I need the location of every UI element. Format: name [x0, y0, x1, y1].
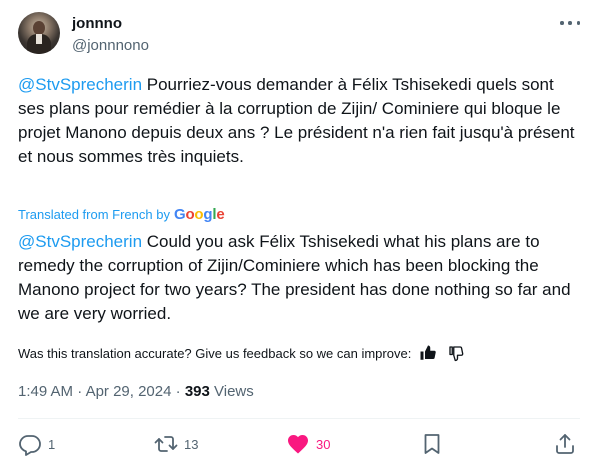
share-icon: [553, 432, 577, 456]
views-label: Views: [214, 383, 254, 400]
divider: [18, 418, 580, 419]
feedback-question: Was this translation accurate? Give us f…: [18, 345, 412, 361]
like-count: 30: [316, 436, 331, 452]
reply-button[interactable]: 1: [18, 432, 55, 456]
translation-feedback: Was this translation accurate? Give us f…: [18, 344, 465, 362]
tweet-date[interactable]: Apr 29, 2024: [86, 383, 172, 400]
repost-icon: [154, 432, 178, 456]
repost-button[interactable]: 13: [154, 432, 198, 456]
more-options-icon[interactable]: [560, 16, 580, 30]
translated-tweet-text: @StvSprecherin Could you ask Félix Tshis…: [18, 230, 578, 326]
reply-icon: [18, 432, 42, 456]
heart-icon: [286, 432, 310, 456]
original-tweet-text: @StvSprecherin Pourriez-vous demander à …: [18, 73, 578, 169]
author-handle[interactable]: @jonnnono: [72, 37, 149, 54]
mention-link[interactable]: @StvSprecherin: [18, 75, 142, 94]
reply-count: 1: [48, 436, 56, 452]
meta-separator: ·: [175, 383, 181, 400]
google-logo: Google: [173, 206, 225, 223]
bookmark-button[interactable]: [420, 432, 444, 456]
author-name[interactable]: jonnno: [72, 15, 122, 32]
views-count: 393: [184, 383, 210, 400]
avatar[interactable]: [18, 12, 60, 54]
tweet-time[interactable]: 1:49 AM: [18, 383, 73, 400]
share-button[interactable]: [553, 432, 577, 456]
translation-label: Translated from French by: [18, 207, 170, 222]
tweet-meta: 1:49 AM · Apr 29, 2024 · 393 Views: [18, 383, 254, 400]
thumbs-up-icon[interactable]: [419, 344, 437, 362]
like-button[interactable]: 30: [286, 432, 330, 456]
repost-count: 13: [184, 436, 199, 452]
tweet-header: jonnno @jonnnono: [18, 12, 580, 60]
mention-link[interactable]: @StvSprecherin: [18, 232, 142, 251]
translation-notice[interactable]: Translated from French by Google: [18, 206, 225, 223]
thumbs-down-icon[interactable]: [447, 344, 465, 362]
action-bar: 1 13 30: [18, 432, 580, 462]
bookmark-icon: [420, 432, 444, 456]
meta-separator: ·: [77, 383, 83, 400]
